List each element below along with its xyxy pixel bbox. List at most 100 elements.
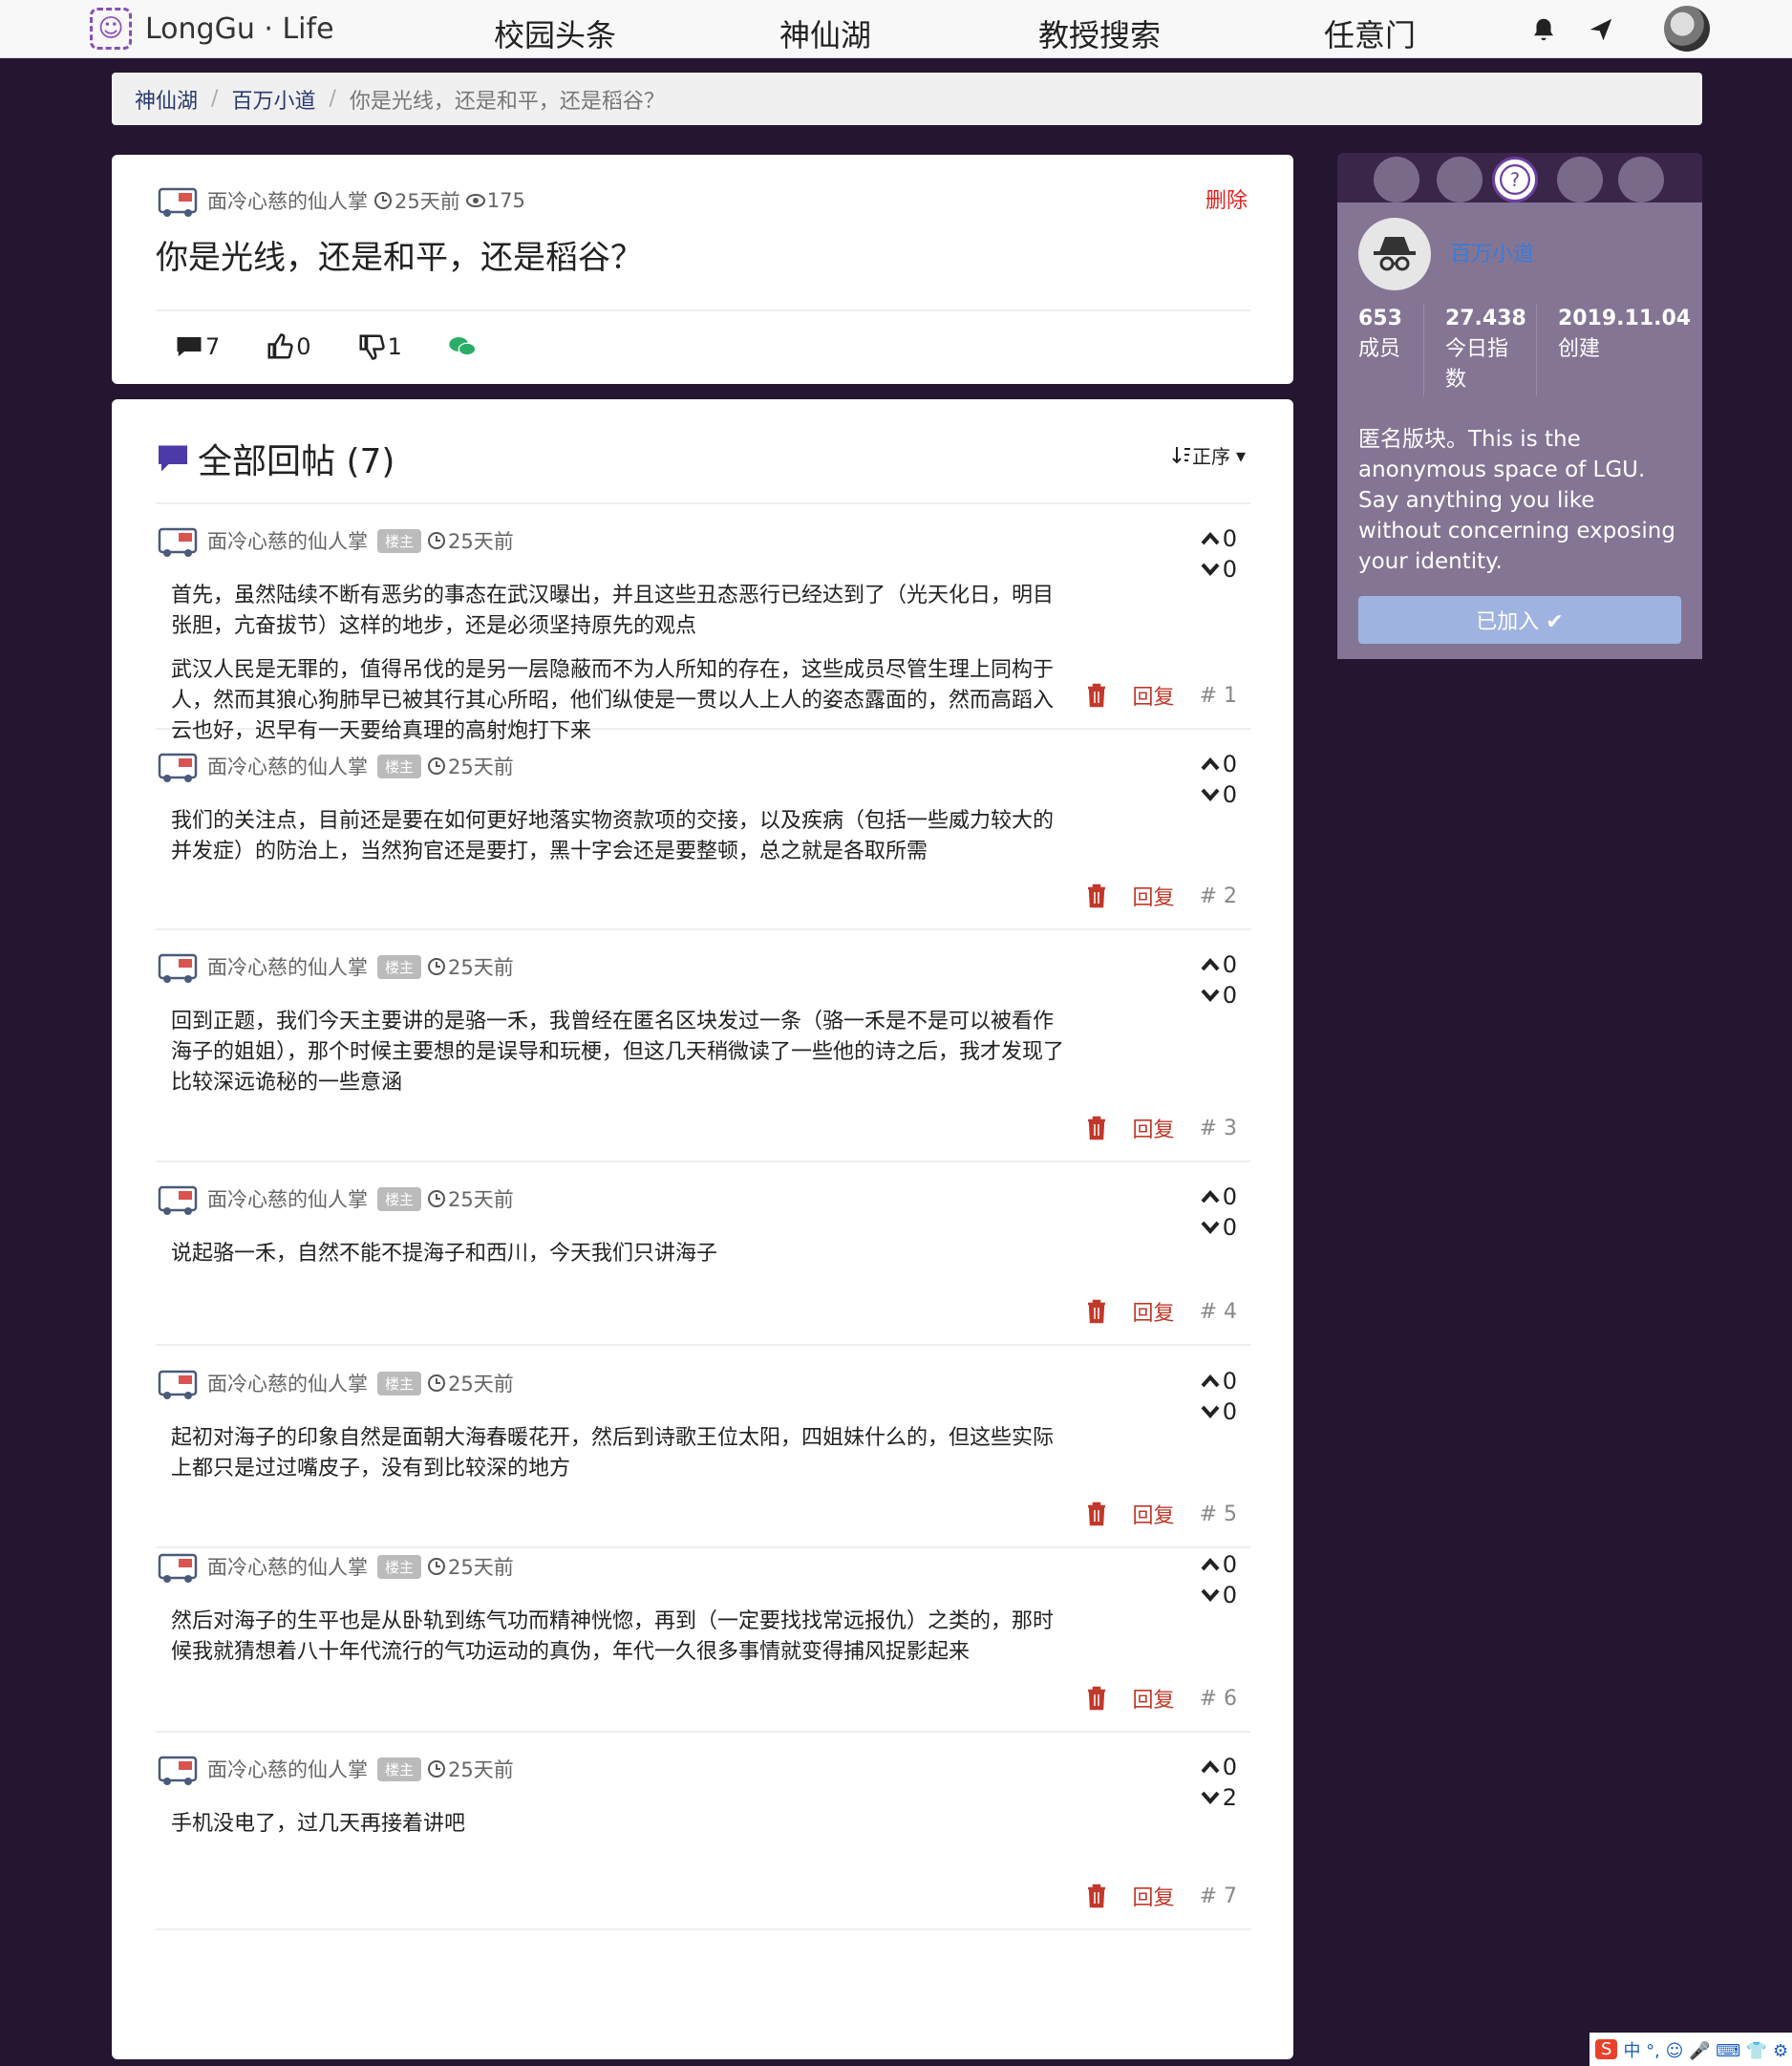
board-tab-1[interactable] [1374,157,1419,202]
board-name[interactable]: 百万小道 [1450,237,1534,267]
reply-time: 25天前 [427,1552,514,1581]
stat-members-num: 653 [1358,307,1402,330]
dislike-button[interactable]: 1 [357,332,402,361]
breadcrumb-board[interactable]: 百万小道 [231,84,315,115]
reply-footer: 回复 # 1 [1085,680,1237,711]
reply-author-name[interactable]: 面冷心慈的仙人掌 [207,1184,368,1213]
reply-author-name[interactable]: 面冷心慈的仙人掌 [207,752,368,780]
author-avatar-icon[interactable] [156,181,200,220]
trash-icon[interactable] [1085,1884,1108,1908]
author-avatar-icon[interactable] [156,747,200,785]
downvote-button[interactable]: 0 [1200,1396,1237,1427]
chevron-up-icon [1201,1759,1220,1774]
board-tab-5[interactable] [1618,157,1664,202]
downvote-button[interactable]: 0 [1200,980,1237,1011]
reply-votes: 0 0 [1200,1182,1237,1243]
reply-button[interactable]: 回复 [1133,881,1175,911]
author-avatar-icon[interactable] [156,522,200,560]
upvote-button[interactable]: 0 [1200,1182,1237,1212]
author-avatar-icon[interactable] [156,1364,200,1402]
trash-icon[interactable] [1085,884,1108,908]
reply-time-text: 25天前 [448,1556,514,1579]
reply-item: 面冷心慈的仙人掌 楼主 25天前 0 0 首先，虽然陆续不断有恶劣的事态在武汉曝… [156,504,1250,743]
reply-author-name[interactable]: 面冷心慈的仙人掌 [207,1755,368,1783]
reply-button[interactable]: 回复 [1133,1683,1175,1714]
op-badge: 楼主 [377,1757,422,1781]
board-tab-anonymous[interactable]: ? [1492,157,1538,202]
nav-link-anydoor[interactable]: 任意门 [1324,11,1416,55]
author-avatar-icon[interactable] [156,1547,200,1586]
sort-dropdown[interactable]: 正序 ▾ [1171,441,1246,469]
like-button[interactable]: 0 [266,332,311,361]
trash-icon[interactable] [1085,1299,1108,1324]
reply-author-name[interactable]: 面冷心慈的仙人掌 [207,526,368,555]
downvote-button[interactable]: 0 [1200,779,1237,810]
reply-votes: 0 2 [1200,1752,1237,1813]
nav-link-shenxianhu[interactable]: 神仙湖 [779,11,871,55]
downvote-button[interactable]: 2 [1200,1782,1237,1813]
clock-icon [428,757,446,775]
post-author-name[interactable]: 面冷心慈的仙人掌 [207,186,368,215]
upvote-button[interactable]: 0 [1200,949,1237,980]
chevron-down-icon [1201,1791,1220,1805]
downvote-button[interactable]: 0 [1200,554,1237,585]
user-avatar[interactable] [1664,6,1710,52]
comment-bubble-icon [159,445,187,472]
author-avatar-icon[interactable] [156,1750,200,1788]
reply-button[interactable]: 回复 [1133,1296,1175,1327]
upvote-button[interactable]: 0 [1200,1366,1237,1396]
reply-button[interactable]: 回复 [1133,680,1175,711]
reply-footer: 回复 # 4 [1085,1296,1237,1327]
downvote-count: 0 [1222,1398,1237,1425]
clock-icon [428,958,446,975]
site-logo[interactable]: ☺ LongGu · Life [90,8,334,50]
trash-icon[interactable] [1085,1116,1108,1140]
downvote-button[interactable]: 0 [1200,1212,1237,1243]
wechat-share-button[interactable] [448,332,479,361]
joined-button[interactable]: 已加入 ✔ [1358,596,1681,644]
reply-button[interactable]: 回复 [1133,1113,1175,1143]
upvote-button[interactable]: 0 [1200,1752,1237,1782]
author-avatar-icon[interactable] [156,1180,200,1218]
reply-time: 25天前 [427,952,514,981]
reply-author-name[interactable]: 面冷心慈的仙人掌 [207,1369,368,1397]
trash-icon[interactable] [1085,1502,1108,1526]
upvote-button[interactable]: 0 [1200,749,1237,779]
floor-number: # 4 [1199,1299,1237,1324]
breadcrumb-shenxianhu[interactable]: 神仙湖 [135,84,198,115]
logo-text: LongGu · Life [145,11,334,46]
send-icon[interactable] [1587,15,1615,44]
comment-count-button[interactable]: 7 [175,332,220,361]
nav-link-campus-news[interactable]: 校园头条 [494,11,616,55]
upvote-button[interactable]: 0 [1200,523,1237,554]
reply-button[interactable]: 回复 [1133,1499,1175,1529]
board-tab-2[interactable] [1437,157,1483,202]
upvote-count: 0 [1222,951,1237,978]
eye-icon [465,194,485,207]
reply-paragraph: 起初对海子的印象自然是面朝大海春暖花开，然后到诗歌王位太阳，四姐妹什么的，但这些… [171,1426,1055,1480]
downvote-button[interactable]: 0 [1200,1580,1237,1610]
upvote-button[interactable]: 0 [1200,1549,1237,1580]
reply-button[interactable]: 回复 [1133,1881,1175,1911]
downvote-count: 0 [1222,556,1237,583]
reply-author-name[interactable]: 面冷心慈的仙人掌 [207,1552,368,1581]
thumbs-up-icon [267,333,294,359]
downvote-count: 2 [1222,1784,1237,1811]
board-tab-4[interactable] [1557,157,1603,202]
nav-link-professor-search[interactable]: 教授搜索 [1038,11,1161,55]
reply-item: 面冷心慈的仙人掌 楼主 25天前 0 0 起初对海子的印象自然是面朝大海春暖花开… [156,1347,1250,1548]
downvote-count: 0 [1222,982,1237,1009]
dislike-count: 1 [387,333,402,360]
reply-footer: 回复 # 7 [1085,1881,1237,1911]
reply-author-line: 面冷心慈的仙人掌 楼主 25天前 [156,1180,514,1218]
trash-icon[interactable] [1085,683,1108,708]
author-avatar-icon[interactable] [156,948,200,986]
post-views-count: 175 [486,189,525,212]
chevron-up-icon [1201,957,1220,971]
bell-icon[interactable] [1529,15,1558,44]
delete-button[interactable]: 删除 [1205,183,1248,214]
reply-author-name[interactable]: 面冷心慈的仙人掌 [207,952,368,981]
board-tabs: ? [1337,153,1702,204]
trash-icon[interactable] [1085,1686,1108,1711]
ime-toolbar[interactable]: S 中 °, ☺ 🎤 ⌨ 👕 ⚙ [1589,2033,1792,2066]
